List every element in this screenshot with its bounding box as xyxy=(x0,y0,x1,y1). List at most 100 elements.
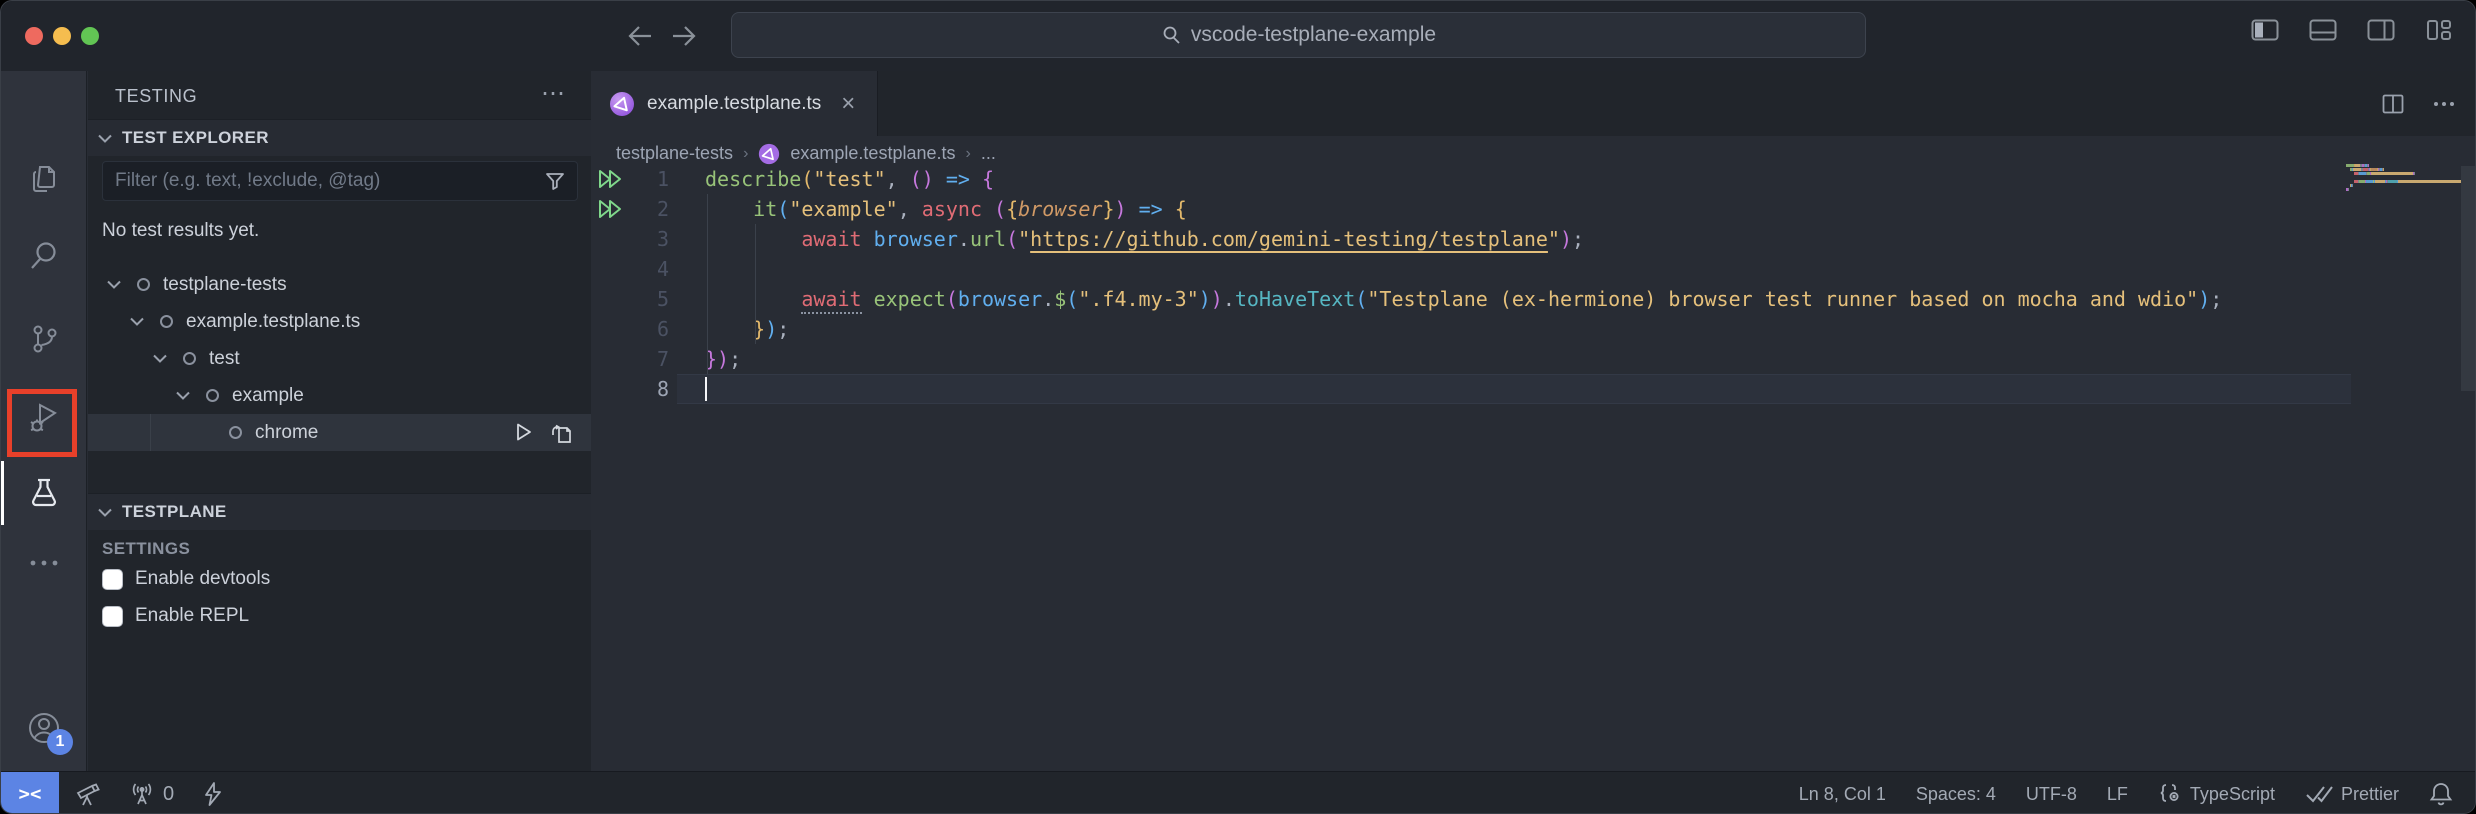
code-line-4[interactable]: 4 xyxy=(591,254,2476,284)
chevron-down-icon[interactable] xyxy=(130,314,146,330)
tab-label: example.testplane.ts xyxy=(647,93,821,115)
eol-status[interactable]: LF xyxy=(2107,784,2128,805)
breadcrumb-folder[interactable]: testplane-tests xyxy=(616,143,733,164)
filter-funnel-icon[interactable] xyxy=(533,171,577,191)
line-number: 7 xyxy=(591,344,669,374)
back-arrow-icon[interactable] xyxy=(623,19,657,53)
tree-item-label: testplane-tests xyxy=(163,274,287,296)
more-actions-icon[interactable] xyxy=(2433,101,2455,107)
tree-item-label: example xyxy=(232,385,304,407)
code-text: await expect(browser.$(".f4.my-3")).toHa… xyxy=(705,284,2222,314)
editor-group: example.testplane.ts × testplane-tests ›… xyxy=(591,71,2476,771)
line-number: 2 xyxy=(591,194,669,224)
account-icon[interactable]: 1 xyxy=(1,693,87,763)
code-text: await browser.url("https://github.com/ge… xyxy=(705,224,1584,254)
customize-layout-icon[interactable] xyxy=(2425,18,2453,42)
remote-indicator-icon[interactable]: >< xyxy=(1,772,59,814)
close-tab-icon[interactable]: × xyxy=(841,90,855,118)
code-line-1[interactable]: 1describe("test", () => { xyxy=(591,164,2476,194)
cursor-position-status[interactable]: Ln 8, Col 1 xyxy=(1799,784,1886,805)
additional-views-ellipsis-icon[interactable] xyxy=(1,528,87,598)
enable-devtools-checkbox[interactable] xyxy=(102,569,123,590)
close-button[interactable] xyxy=(25,27,43,45)
tree-item-chrome[interactable]: chrome xyxy=(88,414,591,451)
tree-item-example-testplane-ts[interactable]: example.testplane.ts xyxy=(88,303,591,340)
filter-placeholder: Filter (e.g. text, !exclude, @tag) xyxy=(103,170,533,192)
prettier-doublecheck-icon xyxy=(2305,783,2333,805)
radio-tower-icon xyxy=(129,781,155,807)
code-line-6[interactable]: 6 }); xyxy=(591,314,2476,344)
tree-item-label: test xyxy=(209,348,240,370)
tree-item-label: example.testplane.ts xyxy=(186,311,360,333)
sidebar-title: TESTING xyxy=(115,86,197,107)
code-line-5[interactable]: 5 await expect(browser.$(".f4.my-3")).to… xyxy=(591,284,2476,314)
bell-icon[interactable] xyxy=(2429,781,2453,807)
indent-guide xyxy=(755,224,756,344)
test-filter-input[interactable]: Filter (e.g. text, !exclude, @tag) xyxy=(102,161,578,201)
code-line-2[interactable]: 2 it("example", async ({browser}) => { xyxy=(591,194,2476,224)
tree-item-test[interactable]: test xyxy=(88,340,591,377)
test-explorer-section-header[interactable]: TEST EXPLORER xyxy=(88,119,591,156)
code-text: describe("test", () => { xyxy=(705,164,994,194)
goto-test-icon[interactable] xyxy=(549,421,573,445)
text-cursor xyxy=(705,377,707,401)
account-badge: 1 xyxy=(47,729,73,755)
indentation-status[interactable]: Spaces: 4 xyxy=(1916,784,1996,805)
testplane-title: TESTPLANE xyxy=(122,502,227,522)
editor-scrollbar[interactable] xyxy=(2461,166,2475,391)
code-editor[interactable]: 1describe("test", () => {2 it("example",… xyxy=(591,164,2476,404)
title-bar: vscode-testplane-example xyxy=(1,1,2476,71)
toggle-secondary-sidebar-icon[interactable] xyxy=(2367,18,2395,42)
remote-glyph: >< xyxy=(19,783,42,805)
code-line-8[interactable]: 8 xyxy=(591,374,2476,404)
chevron-down-icon[interactable] xyxy=(176,388,192,404)
chevron-down-icon[interactable] xyxy=(153,351,169,367)
chevron-down-icon xyxy=(98,134,112,143)
forward-arrow-icon[interactable] xyxy=(667,19,701,53)
source-control-icon[interactable] xyxy=(1,304,87,374)
tree-item-example[interactable]: example xyxy=(88,377,591,414)
testing-flask-icon[interactable] xyxy=(1,459,87,529)
search-icon xyxy=(1161,25,1181,45)
formatter-label: Prettier xyxy=(2341,784,2399,805)
breadcrumb-symbol[interactable]: ... xyxy=(981,143,996,164)
line-number: 3 xyxy=(591,224,669,254)
tab-example-testplane-ts[interactable]: example.testplane.ts × xyxy=(591,71,878,136)
testplane-icon xyxy=(609,91,635,117)
lightning-icon[interactable] xyxy=(202,781,224,807)
enable-devtools-label: Enable devtools xyxy=(135,568,270,590)
enable-repl-checkbox[interactable] xyxy=(102,606,123,627)
chevron-down-icon[interactable] xyxy=(107,277,123,293)
language-label: TypeScript xyxy=(2190,784,2275,805)
zoom-button[interactable] xyxy=(81,27,99,45)
sidebar-more-actions-icon[interactable]: ⋯ xyxy=(541,79,567,108)
telescope-icon[interactable] xyxy=(75,781,101,807)
code-line-7[interactable]: 7}); xyxy=(591,344,2476,374)
language-status[interactable]: TypeScript xyxy=(2158,782,2275,806)
breadcrumb-file[interactable]: example.testplane.ts xyxy=(790,143,955,164)
search-value: vscode-testplane-example xyxy=(1191,23,1436,47)
ports-status[interactable]: 0 xyxy=(129,781,174,807)
minimize-button[interactable] xyxy=(53,27,71,45)
enable-devtools-row[interactable]: Enable devtools xyxy=(102,568,270,590)
split-editor-icon[interactable] xyxy=(2381,92,2405,116)
tab-strip: example.testplane.ts × xyxy=(591,71,2476,136)
testplane-section-header[interactable]: TESTPLANE xyxy=(88,493,591,530)
test-state-circle-icon xyxy=(137,278,150,291)
code-line-3[interactable]: 3 await browser.url("https://github.com/… xyxy=(591,224,2476,254)
test-state-circle-icon xyxy=(229,426,242,439)
line-number: 4 xyxy=(591,254,669,284)
search-sidebar-icon[interactable] xyxy=(1,221,87,291)
line-number: 6 xyxy=(591,314,669,344)
toggle-sidebar-icon[interactable] xyxy=(2251,18,2279,42)
files-icon[interactable] xyxy=(1,144,87,214)
minimap[interactable] xyxy=(2346,164,2464,196)
toggle-panel-icon[interactable] xyxy=(2309,18,2337,42)
command-center-search[interactable]: vscode-testplane-example xyxy=(731,12,1866,58)
tree-item-testplane-tests[interactable]: testplane-tests xyxy=(88,266,591,303)
chevron-down-icon xyxy=(98,508,112,517)
formatter-status[interactable]: Prettier xyxy=(2305,783,2399,805)
run-test-icon[interactable] xyxy=(512,421,534,445)
encoding-status[interactable]: UTF-8 xyxy=(2026,784,2077,805)
enable-repl-row[interactable]: Enable REPL xyxy=(102,605,249,627)
